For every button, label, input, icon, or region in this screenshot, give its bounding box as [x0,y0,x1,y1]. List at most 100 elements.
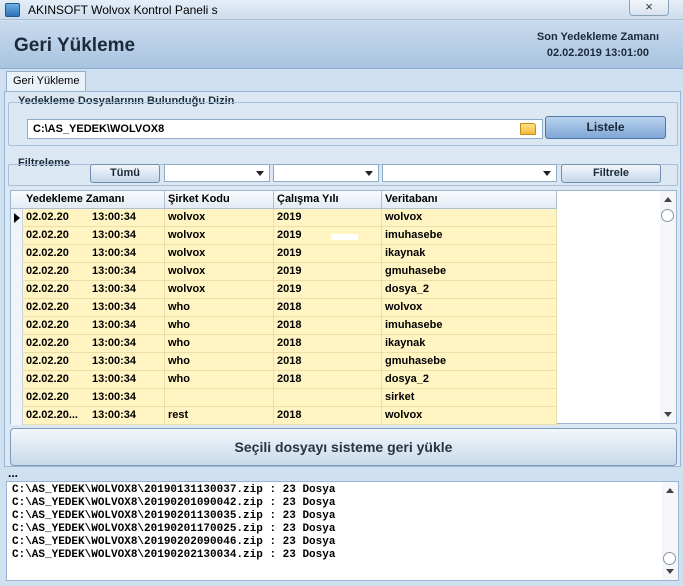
cell-db: wolvox [382,299,557,317]
cell-db: gmuhasebe [382,263,557,281]
cell-company: wolvox [165,245,274,263]
log-scrollbar[interactable] [662,482,678,580]
grid-header: Yedekleme Zamanı Şirket Kodu Çalışma Yıl… [11,191,557,209]
cell-date: 02.02.20... [26,409,78,421]
page-title: Geri Yükleme [14,35,136,56]
cell-db: ikaynak [382,335,557,353]
cell-date: 02.02.20 [26,211,69,223]
restore-panel: Yedekleme Dosyalarının Bulunduğu Dizin C… [4,91,681,467]
table-row[interactable]: 02.02.20 13:00:34 who 2018 dosya_2 [23,371,557,389]
scroll-down-icon[interactable] [664,412,672,417]
company-filter-select[interactable] [164,164,270,182]
cell-company [165,389,274,407]
cell-company: wolvox [165,209,274,227]
log-ellipsis: ... [8,466,19,480]
window-titlebar: AKINSOFT Wolvox Kontrol Paneli s × [0,0,683,20]
cell-time: 13:00:34 [89,407,165,425]
log-line: C:\AS_YEDEK\WOLVOX8\20190202090046.zip :… [12,536,336,548]
cell-time: 13:00:34 [89,263,165,281]
table-row[interactable]: 02.02.20 13:00:34 wolvox 2019 wolvox [23,209,557,227]
chevron-down-icon [543,171,551,176]
cell-time: 13:00:34 [89,353,165,371]
filter-button[interactable]: Filtrele [561,164,661,183]
cell-time: 13:00:34 [89,389,165,407]
table-row[interactable]: 02.02.20 13:00:34 wolvox 2019 ikaynak [23,245,557,263]
cell-db: ikaynak [382,245,557,263]
scroll-up-icon[interactable] [664,197,672,202]
cell-date: 02.02.20 [26,391,69,403]
scroll-thumb[interactable] [661,209,674,222]
cell-db: sirket [382,389,557,407]
log-line: C:\AS_YEDEK\WOLVOX8\20190202130034.zip :… [12,549,336,561]
cell-company: who [165,353,274,371]
column-header-backup-time[interactable]: Yedekleme Zamanı [23,191,165,209]
selection-mark [331,234,358,240]
cell-year: 2018 [274,353,382,371]
table-row[interactable]: 02.02.20 13:00:34 who 2018 wolvox [23,299,557,317]
app-icon [5,3,20,17]
cell-company: rest [165,407,274,425]
cell-year: 2019 [274,209,382,227]
column-header-company-code[interactable]: Şirket Kodu [165,191,274,209]
page-header: Geri Yükleme Son Yedekleme Zamanı 02.02.… [0,21,683,69]
table-row[interactable]: 02.02.20... 13:00:34 rest 2018 wolvox [23,407,557,425]
grid-scrollbar[interactable] [660,191,676,423]
restore-button[interactable]: Seçili dosyayı sisteme geri yükle [10,428,677,466]
folder-icon[interactable] [520,123,536,135]
current-row-pointer-icon [14,213,20,223]
tab-strip: Geri Yükleme [0,69,683,92]
cell-date: 02.02.20 [26,283,69,295]
table-row[interactable]: 02.02.20 13:00:34 who 2018 imuhasebe [23,317,557,335]
cell-time: 13:00:34 [89,245,165,263]
cell-time: 13:00:34 [89,335,165,353]
column-header-database[interactable]: Veritabanı [382,191,557,209]
cell-time: 13:00:34 [89,371,165,389]
cell-date: 02.02.20 [26,355,69,367]
cell-company: wolvox [165,281,274,299]
year-filter-select[interactable] [273,164,379,182]
cell-db: imuhasebe [382,227,557,245]
scroll-up-icon[interactable] [666,488,674,493]
all-button[interactable]: Tümü [90,164,160,183]
cell-time: 13:00:34 [89,281,165,299]
column-header-work-year[interactable]: Çalışma Yılı [274,191,382,209]
cell-year: 2019 [274,245,382,263]
last-backup-label: Son Yedekleme Zamanı [536,31,659,43]
table-row[interactable]: 02.02.20 13:00:34 who 2018 ikaynak [23,335,557,353]
row-indicator-column [11,209,23,425]
folder-path-input[interactable]: C:\AS_YEDEK\WOLVOX8 [27,119,543,139]
chevron-down-icon [256,171,264,176]
cell-year: 2019 [274,281,382,299]
backup-grid[interactable]: Yedekleme Zamanı Şirket Kodu Çalışma Yıl… [10,190,677,425]
database-filter-select[interactable] [382,164,557,182]
cell-db: wolvox [382,209,557,227]
tab-geri-yukleme[interactable]: Geri Yükleme [6,71,87,92]
table-row[interactable]: 02.02.20 13:00:34 sirket [23,389,557,407]
table-row[interactable]: 02.02.20 13:00:34 wolvox 2019 gmuhasebe [23,263,557,281]
cell-year: 2019 [274,227,382,245]
close-icon[interactable]: × [629,0,669,16]
cell-db: wolvox [382,407,557,425]
cell-year [274,389,382,407]
cell-company: who [165,371,274,389]
scroll-thumb[interactable] [663,552,676,565]
grid-body: 02.02.20 13:00:34 wolvox 2019 wolvox 02.02.20… [23,209,557,425]
cell-time: 13:00:34 [89,317,165,335]
chevron-down-icon [365,171,373,176]
cell-company: who [165,317,274,335]
table-row[interactable]: 02.02.20 13:00:34 wolvox 2019 imuhasebe [23,227,557,245]
cell-year: 2018 [274,299,382,317]
cell-company: who [165,299,274,317]
log-line: C:\AS_YEDEK\WOLVOX8\20190201090042.zip :… [12,497,336,509]
last-backup-value: 02.02.2019 13:01:00 [546,47,649,59]
cell-db: dosya_2 [382,281,557,299]
table-row[interactable]: 02.02.20 13:00:34 wolvox 2019 dosya_2 [23,281,557,299]
scroll-down-icon[interactable] [666,569,674,574]
cell-time: 13:00:34 [89,227,165,245]
table-row[interactable]: 02.02.20 13:00:34 who 2018 gmuhasebe [23,353,557,371]
cell-db: gmuhasebe [382,353,557,371]
cell-db: imuhasebe [382,317,557,335]
cell-year: 2019 [274,263,382,281]
cell-date: 02.02.20 [26,247,69,259]
list-button[interactable]: Listele [545,116,666,139]
